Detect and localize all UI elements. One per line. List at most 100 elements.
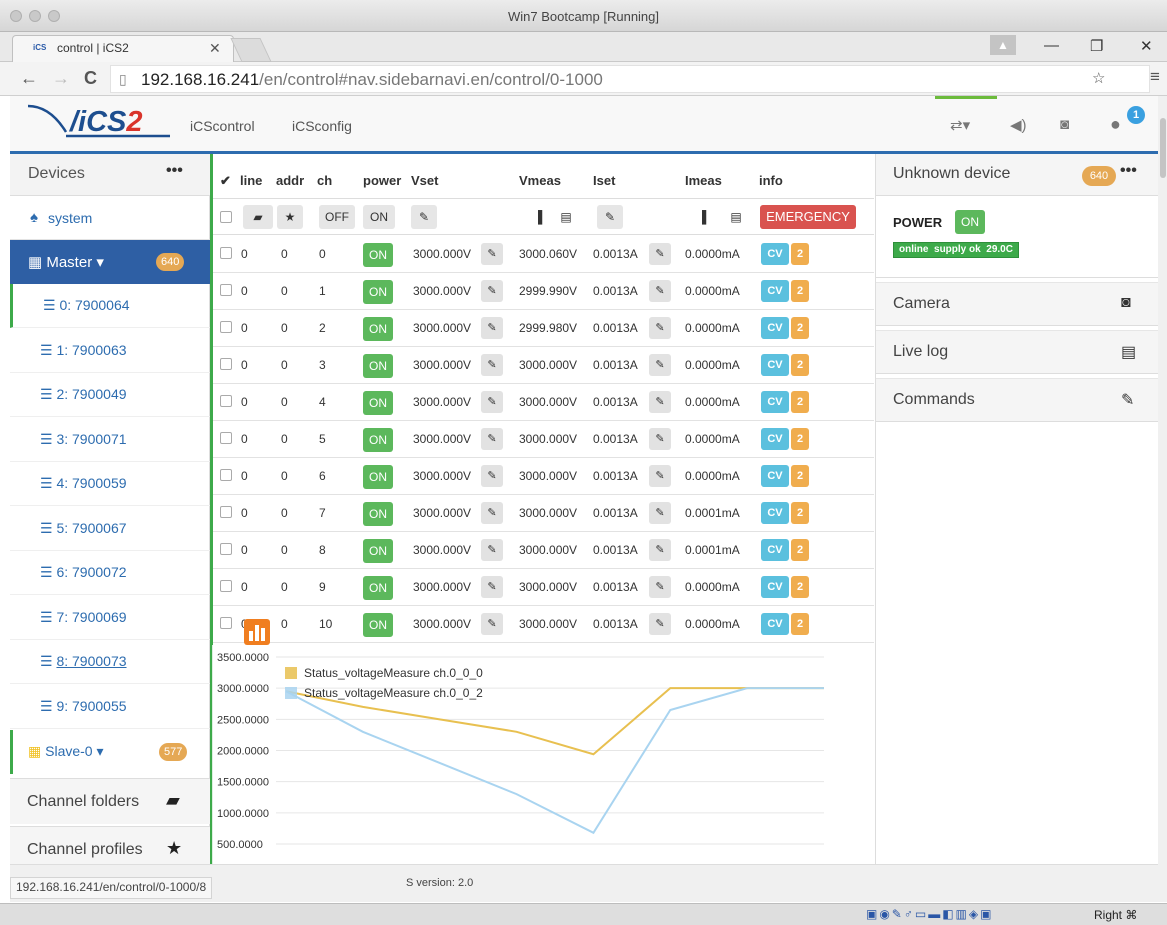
- chart-toggle-icon[interactable]: [244, 619, 270, 645]
- list-icon[interactable]: ▤: [725, 205, 747, 229]
- status-count-badge[interactable]: 2: [791, 465, 809, 487]
- edit-icon[interactable]: ✎: [411, 205, 437, 229]
- power-on-button[interactable]: ON: [363, 391, 393, 415]
- speaker-icon[interactable]: ◀): [1010, 116, 1027, 134]
- status-count-badge[interactable]: 2: [791, 243, 809, 265]
- camera-icon[interactable]: ◙: [1060, 116, 1069, 133]
- back-icon[interactable]: ←: [20, 68, 38, 89]
- iset-edit-icon[interactable]: ✎: [649, 539, 671, 561]
- status-count-badge[interactable]: 2: [791, 428, 809, 450]
- status-count-badge[interactable]: 2: [791, 354, 809, 376]
- cv-badge[interactable]: CV: [761, 243, 789, 265]
- close-icon[interactable]: ✕: [1140, 37, 1153, 55]
- header-check[interactable]: ✔: [220, 173, 231, 189]
- row-checkbox[interactable]: [220, 506, 232, 518]
- cv-badge[interactable]: CV: [761, 576, 789, 598]
- status-count-badge[interactable]: 2: [791, 502, 809, 524]
- cv-badge[interactable]: CV: [761, 354, 789, 376]
- power-on-button[interactable]: ON: [363, 354, 393, 378]
- iset-edit-icon[interactable]: ✎: [649, 317, 671, 339]
- iset-edit-icon[interactable]: ✎: [649, 613, 671, 635]
- all-off-button[interactable]: OFF: [319, 205, 355, 229]
- power-on-button[interactable]: ON: [363, 576, 393, 600]
- restore-icon[interactable]: ❐: [1090, 37, 1103, 55]
- row-checkbox[interactable]: [220, 321, 232, 333]
- vset-edit-icon[interactable]: ✎: [481, 428, 503, 450]
- cv-badge[interactable]: CV: [761, 428, 789, 450]
- sidebar-item-channel[interactable]: ☰ 1: 7900063: [10, 329, 210, 373]
- vset-edit-icon[interactable]: ✎: [481, 539, 503, 561]
- page-scrollbar[interactable]: [1158, 96, 1167, 902]
- row-checkbox[interactable]: [220, 284, 232, 296]
- url-bar[interactable]: ▯ 192.168.16.241/en/control#nav.sidebarn…: [110, 65, 1150, 93]
- status-count-badge[interactable]: 2: [791, 391, 809, 413]
- row-checkbox[interactable]: [220, 617, 232, 629]
- vm-device-icons[interactable]: ▣◉✎♂▭▬◧▥◈▣: [866, 907, 993, 921]
- cv-badge[interactable]: CV: [761, 280, 789, 302]
- chart-icon[interactable]: ▐: [527, 205, 549, 229]
- power-on-button[interactable]: ON: [363, 502, 393, 526]
- devices-more-icon[interactable]: •••: [166, 162, 183, 180]
- power-on-button[interactable]: ON: [363, 317, 393, 341]
- notification-badge[interactable]: 1: [1127, 106, 1145, 124]
- vset-edit-icon[interactable]: ✎: [481, 613, 503, 635]
- nav-icscontrol[interactable]: iCScontrol: [190, 118, 255, 134]
- sidebar-item-channel[interactable]: ☰ 4: 7900059: [10, 462, 210, 506]
- ics2-logo[interactable]: /iCS2: [10, 96, 178, 152]
- status-count-badge[interactable]: 2: [791, 539, 809, 561]
- vset-edit-icon[interactable]: ✎: [481, 354, 503, 376]
- transfer-icon[interactable]: ⇄▾: [950, 116, 970, 134]
- vset-edit-icon[interactable]: ✎: [481, 576, 503, 598]
- menu-icon[interactable]: ≡: [1150, 67, 1160, 87]
- iset-edit-icon[interactable]: ✎: [649, 428, 671, 450]
- iset-edit-icon[interactable]: ✎: [649, 465, 671, 487]
- nav-icsconfig[interactable]: iCSconfig: [292, 118, 352, 134]
- bookmark-star-icon[interactable]: ☆: [1092, 69, 1105, 87]
- star-icon[interactable]: ★: [277, 205, 303, 229]
- list-icon[interactable]: ▤: [555, 205, 577, 229]
- reload-icon[interactable]: C: [84, 68, 97, 89]
- row-checkbox[interactable]: [220, 358, 232, 370]
- emergency-button[interactable]: EMERGENCY: [760, 205, 856, 229]
- row-checkbox[interactable]: [220, 432, 232, 444]
- power-on-button[interactable]: ON: [955, 210, 985, 234]
- scrollbar-thumb[interactable]: [1160, 118, 1166, 178]
- channel-folders-button[interactable]: Channel folders ▰: [10, 778, 210, 824]
- vset-edit-icon[interactable]: ✎: [481, 243, 503, 265]
- new-tab-button[interactable]: [230, 38, 272, 62]
- sidebar-item-channel[interactable]: ☰ 9: 7900055: [10, 685, 210, 729]
- sidebar-item-channel[interactable]: ☰ 2: 7900049: [10, 373, 210, 417]
- vset-edit-icon[interactable]: ✎: [481, 280, 503, 302]
- cv-badge[interactable]: CV: [761, 391, 789, 413]
- power-on-button[interactable]: ON: [363, 465, 393, 489]
- power-on-button[interactable]: ON: [363, 539, 393, 563]
- power-on-button[interactable]: ON: [363, 613, 393, 637]
- row-checkbox[interactable]: [220, 580, 232, 592]
- status-count-badge[interactable]: 2: [791, 613, 809, 635]
- all-on-button[interactable]: ON: [363, 205, 395, 229]
- iset-edit-icon[interactable]: ✎: [649, 502, 671, 524]
- forward-icon[interactable]: →: [52, 68, 70, 89]
- sidebar-item-system[interactable]: ♠ system: [10, 196, 210, 240]
- edit-icon[interactable]: ✎: [597, 205, 623, 229]
- sidebar-item-channel[interactable]: ☰ 6: 7900072: [10, 551, 210, 595]
- vset-edit-icon[interactable]: ✎: [481, 465, 503, 487]
- status-count-badge[interactable]: 2: [791, 317, 809, 339]
- row-checkbox[interactable]: [220, 395, 232, 407]
- power-on-button[interactable]: ON: [363, 280, 393, 304]
- iset-edit-icon[interactable]: ✎: [649, 354, 671, 376]
- vset-edit-icon[interactable]: ✎: [481, 391, 503, 413]
- status-count-badge[interactable]: 2: [791, 576, 809, 598]
- iset-edit-icon[interactable]: ✎: [649, 280, 671, 302]
- vset-edit-icon[interactable]: ✎: [481, 502, 503, 524]
- sidebar-item-channel[interactable]: ☰ 7: 7900069: [10, 596, 210, 640]
- iset-edit-icon[interactable]: ✎: [649, 243, 671, 265]
- sidebar-item-channel[interactable]: ☰ 8: 7900073: [10, 640, 210, 684]
- vset-edit-icon[interactable]: ✎: [481, 317, 503, 339]
- iset-edit-icon[interactable]: ✎: [649, 391, 671, 413]
- profile-icon[interactable]: ▲: [990, 35, 1016, 55]
- sidebar-item-channel[interactable]: ☰ 5: 7900067: [10, 507, 210, 551]
- sidebar-item-channel[interactable]: ☰ 0: 7900064: [10, 284, 210, 328]
- row-checkbox[interactable]: [220, 543, 232, 555]
- status-count-badge[interactable]: 2: [791, 280, 809, 302]
